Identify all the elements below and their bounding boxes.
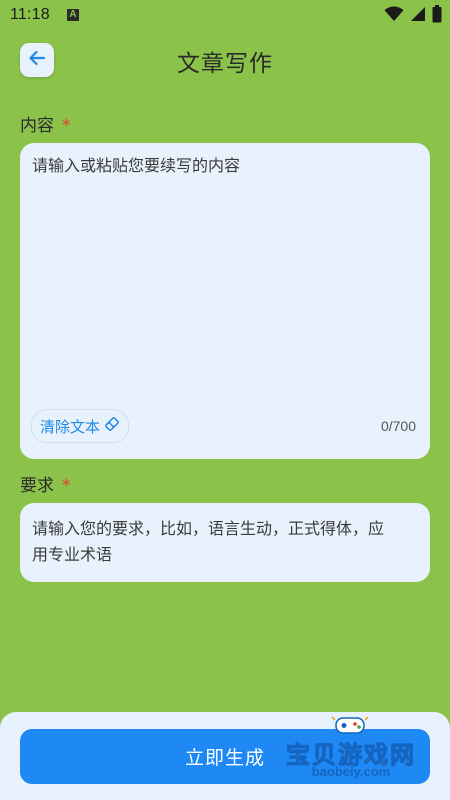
- page-title: 文章写作: [177, 51, 273, 77]
- char-counter: 0/700: [380, 418, 416, 434]
- requirement-card: 请输入您的要求，比如，语言生动，正式得体，应用专业术语: [20, 503, 430, 582]
- battery-icon: [432, 5, 442, 27]
- status-bar: 11:18 A: [0, 0, 450, 32]
- generate-label: 立即生成: [184, 747, 265, 769]
- content-label-text: 内容: [20, 116, 54, 136]
- clear-text-label: 清除文本: [40, 417, 101, 436]
- signal-icon: [410, 6, 426, 26]
- wifi-icon: [384, 6, 404, 26]
- generate-button[interactable]: 立即生成: [20, 729, 430, 784]
- required-mark: *: [62, 476, 71, 496]
- requirement-label: 要求 *: [20, 471, 71, 496]
- eraser-icon: [104, 416, 120, 436]
- requirement-input[interactable]: 请输入您的要求，比如，语言生动，正式得体，应用专业术语: [32, 516, 392, 568]
- status-time: 11:18: [10, 6, 50, 23]
- clear-text-button[interactable]: 清除文本: [31, 409, 130, 443]
- status-icons: [384, 5, 442, 27]
- a-icon: A: [67, 9, 79, 21]
- content-card: 请输入或粘贴您要续写的内容 清除文本 0/700: [20, 143, 430, 459]
- bottom-panel: 立即生成: [0, 712, 450, 800]
- content-input[interactable]: 请输入或粘贴您要续写的内容: [32, 153, 412, 179]
- requirement-label-text: 要求: [20, 476, 54, 496]
- content-label: 内容 *: [20, 111, 71, 136]
- required-mark: *: [62, 116, 71, 136]
